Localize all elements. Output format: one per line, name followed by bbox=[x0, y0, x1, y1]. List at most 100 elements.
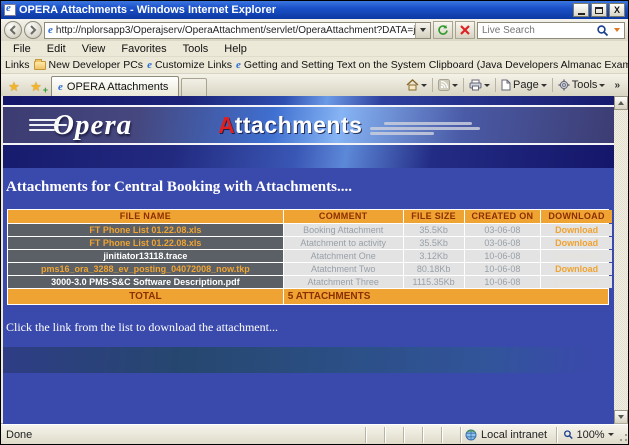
tab-opera-attachments[interactable]: e OPERA Attachments bbox=[51, 76, 179, 96]
link-label: New Developer PCs bbox=[49, 59, 144, 71]
chevron-down-icon bbox=[608, 433, 614, 436]
home-button[interactable] bbox=[404, 76, 429, 94]
download-link[interactable]: Download bbox=[541, 224, 612, 236]
back-arrow-icon bbox=[8, 25, 18, 35]
new-tab-stub[interactable] bbox=[181, 78, 207, 96]
url-input[interactable]: e http://nplorsapp3/Operajserv/OperaAtta… bbox=[44, 22, 431, 39]
search-icon[interactable] bbox=[596, 24, 609, 37]
status-pane bbox=[365, 427, 384, 443]
feeds-button[interactable] bbox=[436, 76, 460, 94]
link-clipboard-article[interactable]: e Getting and Setting Text on the System… bbox=[236, 59, 628, 71]
link-customize-links[interactable]: e Customize Links bbox=[147, 59, 232, 71]
zone-label: Local intranet bbox=[481, 429, 547, 441]
menu-file[interactable]: File bbox=[5, 43, 39, 55]
file-name-link[interactable]: FT Phone List 01.22.08.xls bbox=[8, 224, 283, 236]
banner-top-stripe bbox=[3, 96, 614, 105]
divider bbox=[432, 78, 433, 92]
file-size-cell: 3.12Kb bbox=[404, 250, 464, 262]
web-page: Opera A ttachments Attachments for Centr… bbox=[3, 96, 614, 424]
menu-edit[interactable]: Edit bbox=[39, 43, 74, 55]
printer-icon bbox=[469, 79, 482, 91]
chevron-down-icon bbox=[420, 28, 426, 32]
chevron-down-icon bbox=[614, 28, 620, 32]
plus-icon: + bbox=[43, 85, 48, 95]
minimize-button[interactable] bbox=[573, 3, 589, 17]
tools-menu-button[interactable]: Tools bbox=[556, 76, 608, 94]
file-name-link[interactable]: 3000-3.0 PMS-S&C Software Description.pd… bbox=[8, 276, 283, 288]
file-size-cell: 80.18Kb bbox=[404, 263, 464, 275]
scrollbar-track[interactable] bbox=[614, 110, 628, 410]
created-on-cell: 10-06-08 bbox=[465, 276, 541, 288]
file-name-link[interactable]: FT Phone List 01.22.08.xls bbox=[8, 237, 283, 249]
favorites-center-button[interactable]: ★ bbox=[3, 77, 25, 96]
gear-icon bbox=[558, 79, 570, 91]
commandbar-overflow-chevron[interactable]: » bbox=[610, 80, 624, 91]
zoom-control[interactable]: 100% bbox=[556, 427, 628, 443]
created-on-cell: 03-06-08 bbox=[465, 224, 541, 236]
chevron-down-icon bbox=[421, 84, 427, 87]
file-size-cell: 1115.35Kb bbox=[404, 276, 464, 288]
column-header-comment: COMMENT bbox=[284, 210, 403, 223]
chevron-down-icon bbox=[541, 84, 547, 87]
total-label: TOTAL bbox=[8, 289, 283, 304]
scroll-up-button[interactable] bbox=[614, 96, 628, 110]
status-pane bbox=[384, 427, 403, 443]
live-search-box[interactable] bbox=[477, 22, 625, 39]
scroll-down-button[interactable] bbox=[614, 410, 628, 424]
maximize-button[interactable] bbox=[591, 3, 607, 17]
download-link[interactable]: Download bbox=[541, 263, 612, 275]
attachments-table: FILE NAME COMMENT FILE SIZE CREATED ON D… bbox=[7, 209, 609, 305]
folder-icon bbox=[34, 61, 46, 70]
links-label: Links bbox=[5, 59, 30, 71]
download-link[interactable]: Download bbox=[541, 250, 612, 262]
refresh-button[interactable] bbox=[433, 21, 453, 39]
comment-cell: Atatchment to activity bbox=[284, 237, 403, 249]
column-header-download: DOWNLOAD bbox=[541, 210, 612, 223]
chevron-down-icon bbox=[484, 84, 490, 87]
menu-favorites[interactable]: Favorites bbox=[113, 43, 174, 55]
menu-help[interactable]: Help bbox=[216, 43, 255, 55]
search-options-dropdown[interactable] bbox=[609, 23, 624, 38]
download-link[interactable]: Download bbox=[541, 276, 612, 288]
link-label: Getting and Setting Text on the System C… bbox=[244, 59, 628, 71]
links-toolbar: Links New Developer PCs e Customize Link… bbox=[1, 57, 628, 74]
table-row: pms16_ora_3288_ev_posting_04072008_now.t… bbox=[8, 263, 608, 275]
file-size-cell: 35.5Kb bbox=[404, 224, 464, 236]
rss-feed-icon bbox=[438, 79, 450, 91]
add-favorite-button[interactable]: ★+ bbox=[25, 77, 47, 96]
back-button[interactable] bbox=[4, 21, 22, 39]
globe-icon bbox=[465, 429, 477, 441]
url-history-dropdown[interactable] bbox=[415, 23, 430, 38]
title-bar[interactable]: e OPERA Attachments - Windows Internet E… bbox=[1, 1, 628, 19]
forward-button[interactable] bbox=[24, 21, 42, 39]
close-button[interactable]: X bbox=[609, 3, 625, 17]
table-row: jinitiator13118.trace Atatchment One 3.1… bbox=[8, 250, 608, 262]
page-icon bbox=[501, 79, 511, 91]
column-header-created-on: CREATED ON bbox=[465, 210, 541, 223]
window-title: OPERA Attachments - Windows Internet Exp… bbox=[19, 4, 571, 16]
menu-tools[interactable]: Tools bbox=[175, 43, 217, 55]
print-button[interactable] bbox=[467, 76, 492, 94]
page-menu-button[interactable]: Page bbox=[499, 76, 549, 94]
search-input[interactable] bbox=[478, 25, 596, 36]
address-bar: e http://nplorsapp3/Operajserv/OperaAtta… bbox=[1, 19, 628, 41]
file-name-link[interactable]: jinitiator13118.trace bbox=[8, 250, 283, 262]
maximize-icon bbox=[595, 7, 603, 14]
resize-grip[interactable] bbox=[617, 427, 628, 443]
menu-view[interactable]: View bbox=[74, 43, 114, 55]
stop-button[interactable] bbox=[455, 21, 475, 39]
ie-page-icon: e bbox=[147, 59, 152, 71]
comment-cell: Atatchment Two bbox=[284, 263, 403, 275]
table-total-row: TOTAL 5 ATTACHMENTS bbox=[8, 289, 608, 304]
file-name-link[interactable]: pms16_ora_3288_ev_posting_04072008_now.t… bbox=[8, 263, 283, 275]
created-on-cell: 10-06-08 bbox=[465, 263, 541, 275]
opera-logo: Opera bbox=[29, 109, 132, 142]
vertical-scrollbar[interactable] bbox=[614, 96, 628, 424]
speed-lines-icon bbox=[29, 119, 67, 131]
download-link[interactable]: Download bbox=[541, 237, 612, 249]
status-pane bbox=[403, 427, 422, 443]
chevron-down-icon bbox=[618, 415, 624, 419]
page-background bbox=[3, 373, 614, 424]
created-on-cell: 03-06-08 bbox=[465, 237, 541, 249]
link-new-developer-pcs[interactable]: New Developer PCs bbox=[34, 59, 144, 71]
